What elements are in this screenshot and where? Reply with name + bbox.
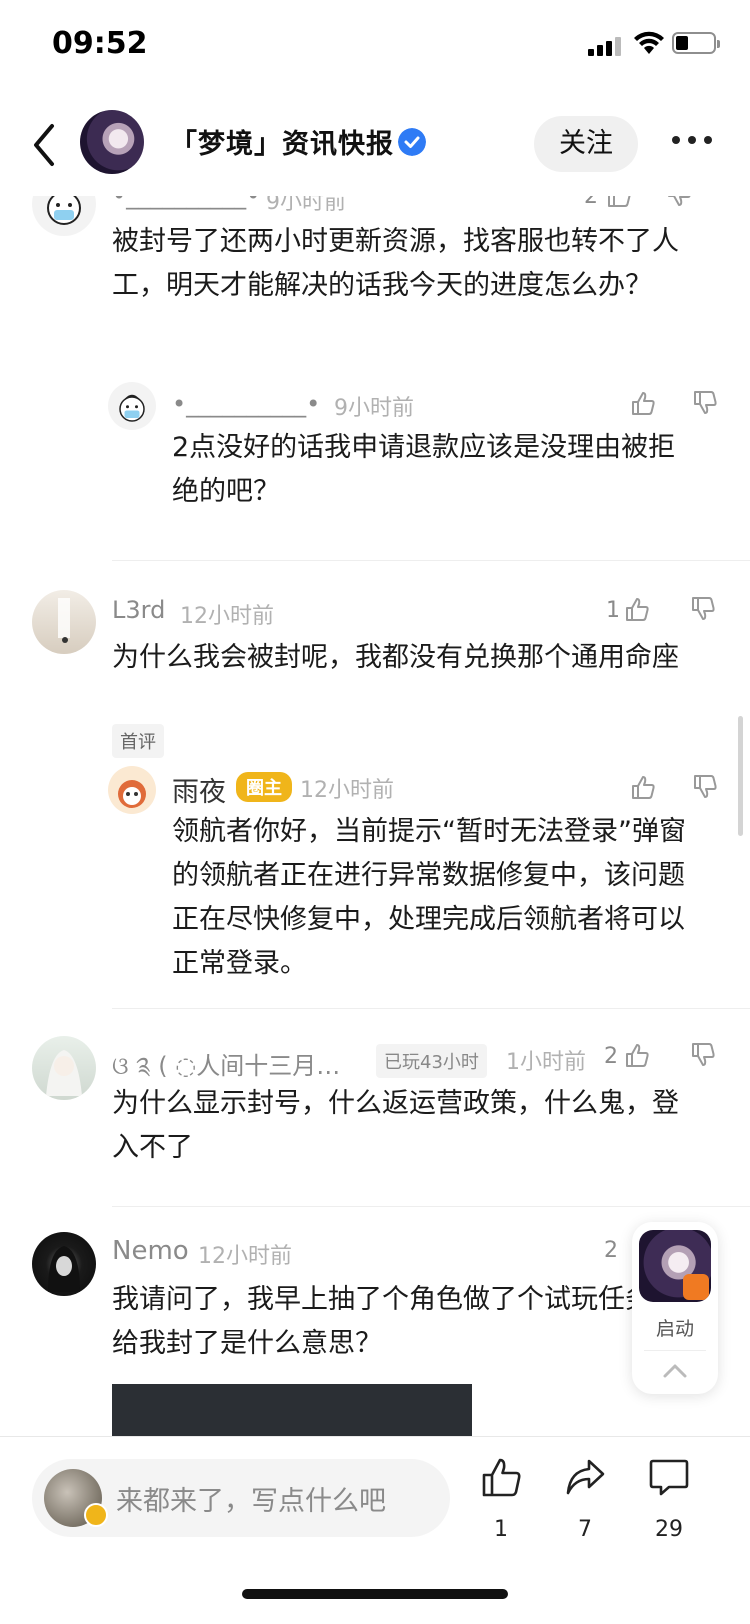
comment-text: 我请问了，我早上抽了个角色做了个试玩任务，你给我封了是什么意思？ <box>112 1284 706 1359</box>
back-arrow-icon[interactable] <box>26 120 62 170</box>
like-count: 2 <box>604 1238 618 1263</box>
status-bar: 09:52 <box>0 0 750 90</box>
reply-time: 9小时前 <box>334 396 414 421</box>
owner-badge: 圈主 <box>236 772 292 802</box>
first-comment-tag: 首评 <box>112 724 164 758</box>
comment-item: •__________• 9小时前 2 被封号了还两小时更新资源，找客服也转不了… <box>0 196 750 376</box>
reply-time: 12小时前 <box>300 778 394 803</box>
comment-placeholder[interactable]: 来都来了，写点什么吧 <box>116 1479 386 1518</box>
user-avatar[interactable] <box>32 1232 96 1296</box>
like-count: 2 <box>584 196 598 209</box>
comment-time: 12小时前 <box>180 604 274 629</box>
user-avatar[interactable] <box>108 382 156 430</box>
thumbs-up-icon[interactable] <box>630 390 656 416</box>
star-badge-icon <box>84 1503 108 1527</box>
share-count: 7 <box>578 1517 592 1542</box>
comment-username[interactable]: Nemo <box>112 1236 189 1266</box>
divider <box>112 1206 750 1207</box>
share-arrow-icon <box>566 1459 605 1495</box>
wifi-icon <box>634 31 664 54</box>
comment-count: 29 <box>655 1517 683 1542</box>
user-avatar[interactable] <box>32 1036 96 1100</box>
home-indicator <box>242 1589 508 1599</box>
divider <box>644 1350 706 1351</box>
follow-button[interactable]: 关注 <box>534 116 638 172</box>
thumbs-down-icon[interactable] <box>692 390 718 416</box>
reply-text: 2点没好的话我申请退款应该是没理由被拒绝的吧？ <box>172 432 676 507</box>
reply-item: •__________• 9小时前 2点没好的话我申请退款应该是没理由被拒绝的吧… <box>0 382 750 532</box>
status-time: 09:52 <box>52 26 148 61</box>
like-button[interactable]: 1 <box>466 1455 536 1565</box>
more-options-icon[interactable] <box>672 130 716 150</box>
comment-image[interactable] <box>112 1384 472 1436</box>
thumbs-down-icon[interactable] <box>690 1042 716 1068</box>
game-launcher-widget[interactable]: 启动 <box>632 1222 718 1394</box>
reply-username[interactable]: •__________• <box>172 390 320 418</box>
thumbs-up-icon <box>482 1458 521 1497</box>
divider <box>112 560 750 561</box>
channel-avatar[interactable] <box>80 110 144 174</box>
reply-text: 领航者你好，当前提示“暂时无法登录”弹窗的领航者正在进行异常数据修复中，该问题正… <box>172 816 686 979</box>
like-count: 1 <box>606 598 620 623</box>
like-count: 2 <box>604 1044 618 1069</box>
thumbs-up-icon[interactable] <box>606 196 632 208</box>
divider <box>112 1008 750 1009</box>
user-avatar[interactable] <box>108 766 156 814</box>
comment-time: 1小时前 <box>506 1050 586 1075</box>
comment-time: 12小时前 <box>198 1244 292 1269</box>
play-time-tag: 已玩43小时 <box>376 1044 487 1078</box>
comment-text: 为什么显示封号，什么返运营政策，什么鬼，登入不了 <box>112 1088 679 1163</box>
cellular-signal-icon <box>588 34 624 56</box>
thumbs-up-icon[interactable] <box>624 596 650 622</box>
channel-title[interactable]: 「梦境」资讯快报 <box>170 122 394 161</box>
launch-badge-icon <box>683 1274 709 1300</box>
thumbs-down-icon[interactable] <box>666 196 692 208</box>
comment-item: ଓ ༉ ( ◌人间十三月… 已玩43小时 1小时前 2 为什么显示封号，什么返运… <box>0 1036 750 1186</box>
speech-bubble-icon <box>649 1459 689 1496</box>
battery-icon <box>672 32 720 54</box>
reply-username[interactable]: 雨夜 <box>172 770 226 809</box>
comment-username[interactable]: •__________• <box>112 196 260 210</box>
comment-item: L3rd 12小时前 1 为什么我会被封呢，我都没有兑换那个通用命座 首评 <box>0 590 750 770</box>
bottom-action-bar: 来都来了，写点什么吧 1 7 29 <box>0 1436 750 1624</box>
user-avatar[interactable] <box>32 590 96 654</box>
user-avatar[interactable] <box>32 196 96 236</box>
reply-item: 雨夜 圈主 12小时前 领航者你好，当前提示“暂时无法登录”弹窗的领航者正在进行… <box>0 766 750 996</box>
comment-text: 被封号了还两小时更新资源，找客服也转不了人工，明天才能解决的话我今天的进度怎么办… <box>112 226 679 301</box>
comment-input[interactable]: 来都来了，写点什么吧 <box>32 1459 450 1537</box>
like-count: 1 <box>494 1517 508 1542</box>
verified-check-icon <box>398 128 426 156</box>
comment-button[interactable]: 29 <box>634 1455 704 1565</box>
comment-username[interactable]: L3rd <box>112 596 165 624</box>
share-button[interactable]: 7 <box>550 1455 620 1565</box>
comment-time: 9小时前 <box>266 196 346 215</box>
chevron-up-icon[interactable] <box>662 1362 688 1380</box>
thumbs-down-icon[interactable] <box>692 774 718 800</box>
launch-label[interactable]: 启动 <box>632 1314 718 1341</box>
channel-header: 「梦境」资讯快报 关注 <box>0 100 750 196</box>
scrollbar[interactable] <box>738 716 743 836</box>
thumbs-up-icon[interactable] <box>624 1042 650 1068</box>
thumbs-down-icon[interactable] <box>690 596 716 622</box>
game-icon[interactable] <box>639 1230 711 1302</box>
comment-text: 为什么我会被封呢，我都没有兑换那个通用命座 <box>112 642 679 673</box>
thumbs-up-icon[interactable] <box>630 774 656 800</box>
